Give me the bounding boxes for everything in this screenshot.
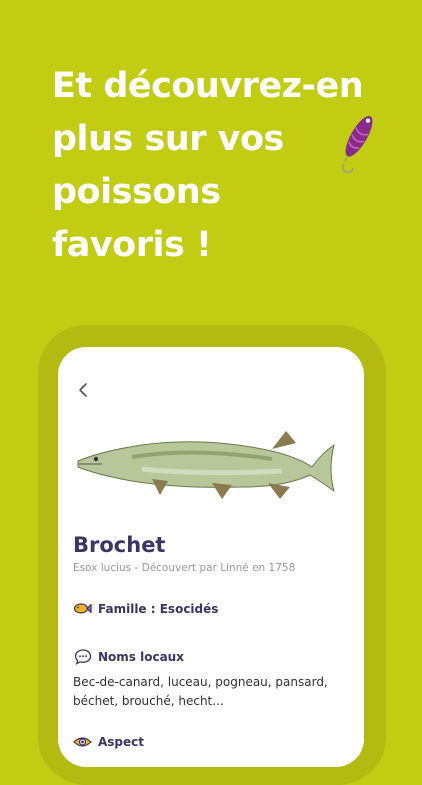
- fish-scientific-subtitle: Esox lucius - Découvert par Linné en 175…: [73, 562, 296, 574]
- family-row: Famille : Esocidés: [73, 599, 218, 618]
- fishing-lure-icon: [342, 115, 373, 173]
- chat-bubble-icon: [73, 647, 92, 666]
- back-button[interactable]: [72, 379, 94, 401]
- aspect-label: Aspect: [98, 734, 145, 749]
- headline-line: Et découvrez-en: [52, 66, 364, 106]
- eye-icon: [73, 732, 92, 751]
- aspect-row: Aspect: [73, 732, 144, 751]
- headline: Et découvrez-en plus sur vos poissons fa…: [52, 60, 382, 272]
- fish-icon: [73, 599, 92, 618]
- headline-line: plus sur vos: [52, 119, 284, 159]
- local-names-label: Noms locaux: [98, 649, 184, 664]
- pike-fish-illustration: [77, 431, 335, 499]
- local-names-text: Bec-de-canard, luceau, pogneau, pansard,…: [73, 675, 328, 708]
- fish-name: Brochet: [73, 533, 166, 557]
- family-label: Famille : Esocidés: [98, 601, 219, 616]
- headline-line: poissons: [52, 172, 221, 212]
- fish-detail-card: Brochet Esox lucius - Découvert par Linn…: [58, 347, 364, 767]
- chevron-left-icon: [79, 383, 87, 397]
- local-names-row: Noms locaux: [73, 647, 184, 666]
- headline-line: favoris !: [52, 225, 212, 265]
